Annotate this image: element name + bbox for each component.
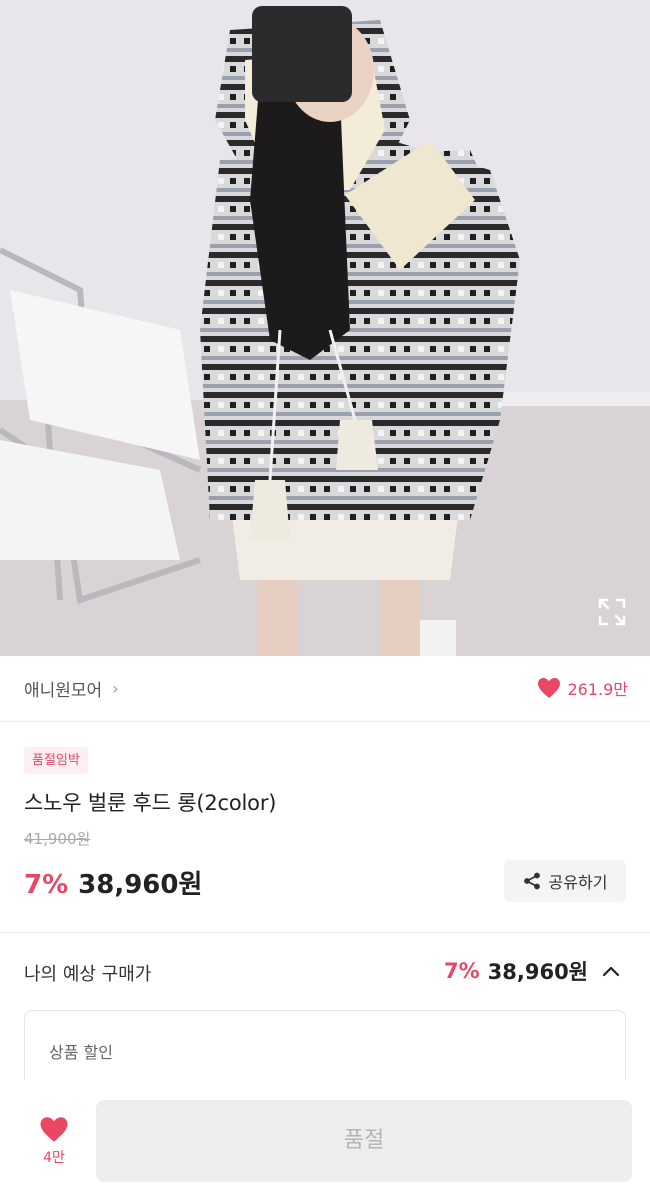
sale-price: 38,960원 xyxy=(78,870,203,900)
discount-rate: 7% xyxy=(24,870,69,900)
status-badge: 품절임박 xyxy=(24,747,88,774)
expected-price-row[interactable]: 나의 예상 구매가 7% 38,960원 xyxy=(0,934,650,1008)
bottom-action-bar: 4만 품절 xyxy=(0,1080,650,1200)
divider xyxy=(0,932,650,933)
price-row: 7% 38,960원 xyxy=(24,864,202,901)
expected-price-value: 38,960원 xyxy=(487,960,588,984)
product-image[interactable] xyxy=(0,0,650,656)
discount-section-label: 상품 할인 xyxy=(49,1043,113,1062)
store-link[interactable]: 애니원모어 › xyxy=(24,676,119,701)
like-button[interactable]: 4만 xyxy=(24,1116,84,1176)
expected-price-toggle[interactable]: 7% 38,960원 xyxy=(444,956,626,986)
share-icon xyxy=(523,872,540,890)
heart-icon xyxy=(538,678,561,698)
store-row: 애니원모어 › 261.9만 xyxy=(0,656,650,722)
product-page: 애니원모어 › 261.9만 품절임박 스노우 벌룬 후드 롱(2color) … xyxy=(0,0,650,1200)
chevron-right-icon: › xyxy=(112,679,119,698)
store-like[interactable]: 261.9만 xyxy=(537,676,628,700)
heart-icon xyxy=(40,1117,68,1142)
like-count: 4만 xyxy=(43,1150,65,1166)
expected-price-label: 나의 예상 구매가 xyxy=(24,964,152,985)
expand-icon[interactable] xyxy=(596,596,628,628)
share-button[interactable]: 공유하기 xyxy=(504,860,626,902)
product-photo xyxy=(0,0,650,656)
store-name: 애니원모어 xyxy=(24,681,103,701)
chevron-up-icon xyxy=(602,966,620,977)
soldout-button[interactable]: 품절 xyxy=(96,1100,632,1182)
store-like-count: 261.9만 xyxy=(567,680,628,699)
original-price: 41,900원 xyxy=(24,830,91,848)
expected-discount-rate: 7% xyxy=(443,959,480,983)
product-title: 스노우 벌룬 후드 롱(2color) xyxy=(24,791,277,815)
share-label: 공유하기 xyxy=(548,873,608,892)
